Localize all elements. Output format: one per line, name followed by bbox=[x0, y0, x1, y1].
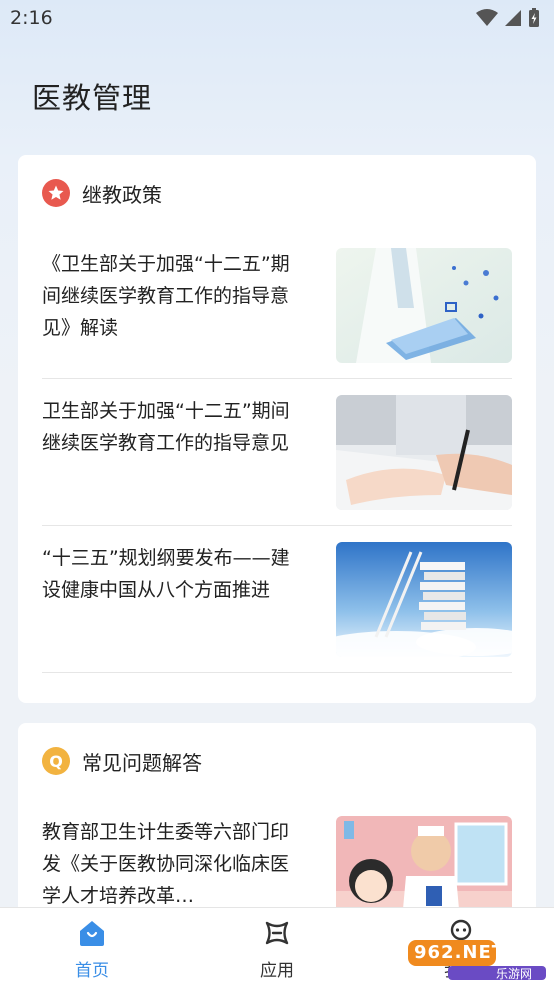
divider bbox=[42, 672, 512, 673]
q-icon: Q bbox=[42, 747, 70, 775]
article-thumbnail bbox=[336, 542, 512, 657]
article-title: “十三五”规划纲要发布——建设健康中国从八个方面推进 bbox=[42, 547, 290, 601]
nav-apps[interactable]: 应用 bbox=[232, 918, 322, 981]
divider bbox=[42, 525, 512, 526]
article-thumbnail bbox=[336, 395, 512, 510]
watermark-brand: 962.NET bbox=[414, 942, 506, 963]
wifi-icon bbox=[476, 9, 498, 26]
nav-label: 应用 bbox=[260, 961, 294, 981]
divider bbox=[42, 378, 512, 379]
section-title: 常见问题解答 bbox=[82, 750, 202, 775]
article-thumbnail bbox=[336, 248, 512, 363]
status-bar: 2:16 bbox=[0, 0, 554, 38]
battery-icon bbox=[529, 8, 539, 27]
section-title: 继教政策 bbox=[82, 182, 162, 207]
section-header: Q 常见问题解答 bbox=[42, 745, 202, 777]
status-time: 2:16 bbox=[10, 7, 53, 29]
nav-label: 首页 bbox=[75, 961, 109, 981]
signal-icon bbox=[505, 10, 521, 26]
article-title: 《卫生部关于加强“十二五”期间继续医学教育工作的指导意见》解读 bbox=[42, 253, 290, 339]
star-icon bbox=[42, 179, 70, 207]
list-item[interactable]: 《卫生部关于加强“十二五”期间继续医学教育工作的指导意见》解读 bbox=[42, 248, 512, 395]
article-title: 卫生部关于加强“十二五”期间继续医学教育工作的指导意见 bbox=[42, 400, 290, 454]
apps-icon bbox=[265, 921, 289, 945]
article-title: 教育部卫生计生委等六部门印发《关于医教协同深化临床医学人才培养改革… bbox=[42, 821, 290, 907]
home-icon bbox=[80, 921, 104, 946]
status-icons bbox=[476, 7, 540, 29]
list-item[interactable]: “十三五”规划纲要发布——建设健康中国从八个方面推进 bbox=[42, 542, 512, 689]
section-header: 继教政策 bbox=[42, 177, 162, 209]
section-card-policy: 继教政策 《卫生部关于加强“十二五”期间继续医学教育工作的指导意见》解读 卫生部… bbox=[18, 155, 536, 703]
watermark-logo: 962.NET 乐游网 bbox=[408, 936, 548, 981]
watermark-sub: 乐游网 bbox=[496, 967, 533, 981]
list-item[interactable]: 卫生部关于加强“十二五”期间继续医学教育工作的指导意见 bbox=[42, 395, 512, 542]
nav-home[interactable]: 首页 bbox=[47, 918, 137, 981]
page-title: 医教管理 bbox=[32, 81, 153, 115]
